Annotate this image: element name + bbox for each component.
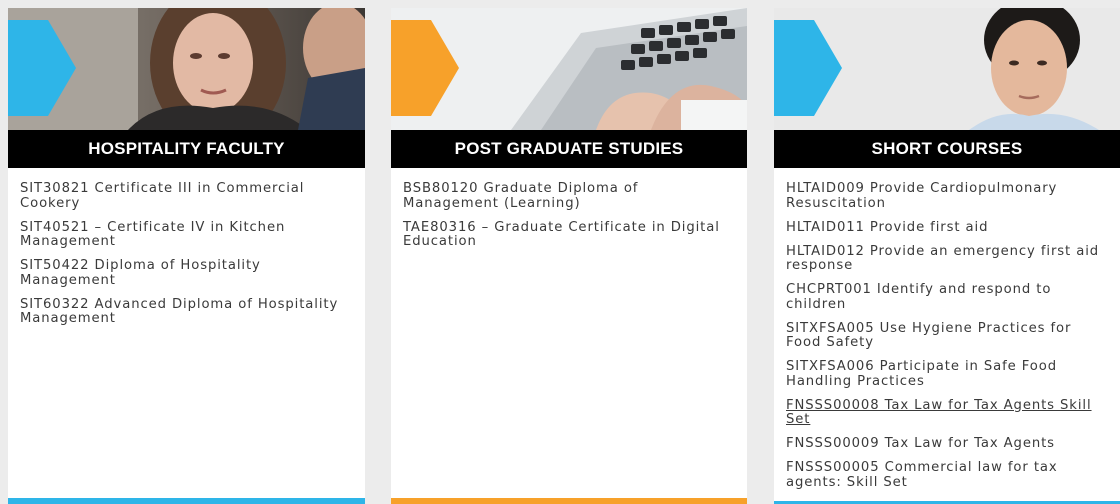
woman-reading-photo [8, 8, 365, 130]
course-item[interactable]: FNSSS00005 Commercial law for tax agents… [786, 460, 1106, 490]
course-item[interactable]: SIT50422 Diploma of Hospitality Manageme… [20, 258, 351, 288]
course-item[interactable]: HLTAID011 Provide first aid [786, 220, 1106, 236]
hospitality-faculty-card: HOSPITALITY FACULTY SIT30821 Certificate… [8, 8, 365, 504]
chevron-accent-icon [774, 8, 844, 130]
card-accent-bar [8, 498, 365, 504]
course-item[interactable]: CHCPRT001 Identify and respond to childr… [786, 282, 1106, 312]
course-item[interactable]: SIT40521 – Certificate IV in Kitchen Man… [20, 220, 351, 250]
course-item[interactable]: SIT60322 Advanced Diploma of Hospitality… [20, 297, 351, 327]
chevron-accent-icon [391, 8, 461, 130]
hands-on-laptop-photo [391, 8, 747, 130]
card-title[interactable]: HOSPITALITY FACULTY [8, 130, 365, 168]
card-title[interactable]: POST GRADUATE STUDIES [391, 130, 747, 168]
course-item[interactable]: HLTAID009 Provide Cardiopulmonary Resusc… [786, 181, 1106, 211]
course-list: HLTAID009 Provide Cardiopulmonary Resusc… [774, 168, 1120, 490]
course-item-link[interactable]: FNSSS00008 Tax Law for Tax Agents Skill … [786, 398, 1106, 428]
course-item[interactable]: HLTAID012 Provide an emergency first aid… [786, 244, 1106, 274]
course-list: BSB80120 Graduate Diploma of Management … [391, 168, 747, 250]
card-accent-bar [391, 498, 747, 504]
course-item[interactable]: SIT30821 Certificate III in Commercial C… [20, 181, 351, 211]
course-item[interactable]: FNSSS00009 Tax Law for Tax Agents [786, 436, 1106, 452]
course-item[interactable]: SITXFSA005 Use Hygiene Practices for Foo… [786, 321, 1106, 351]
course-item[interactable]: BSB80120 Graduate Diploma of Management … [403, 181, 733, 211]
chevron-accent-icon [8, 8, 78, 130]
short-courses-card: SHORT COURSES HLTAID009 Provide Cardiopu… [774, 8, 1120, 504]
course-item[interactable]: SITXFSA006 Participate in Safe Food Hand… [786, 359, 1106, 389]
course-link[interactable]: FNSSS00008 Tax Law for Tax Agents Skill … [786, 398, 1092, 428]
course-list: SIT30821 Certificate III in Commercial C… [8, 168, 365, 327]
post-graduate-studies-card: POST GRADUATE STUDIES BSB80120 Graduate … [391, 8, 747, 504]
course-cards: HOSPITALITY FACULTY SIT30821 Certificate… [0, 0, 1120, 504]
young-man-portrait-photo [774, 8, 1120, 130]
course-item[interactable]: TAE80316 – Graduate Certificate in Digit… [403, 220, 733, 250]
card-title[interactable]: SHORT COURSES [774, 130, 1120, 168]
